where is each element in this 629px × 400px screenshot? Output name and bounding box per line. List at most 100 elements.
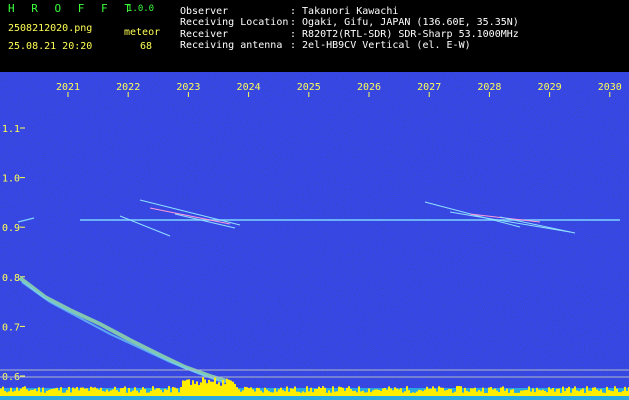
level-bar-segment — [240, 391, 242, 396]
level-bar-segment — [242, 390, 244, 396]
level-bar-segment — [172, 387, 174, 396]
level-bar-segment — [572, 388, 574, 396]
level-bar-segment — [584, 392, 586, 396]
level-bar-segment — [176, 388, 178, 396]
level-bar-segment — [384, 387, 386, 396]
level-bar-segment — [130, 391, 132, 396]
level-bar-segment — [132, 390, 134, 396]
level-bar-segment — [362, 390, 364, 396]
y-tick-label: 1.1 — [2, 124, 20, 135]
level-bar-segment — [208, 379, 210, 396]
level-bar-segment — [70, 392, 72, 396]
level-bar-segment — [276, 391, 278, 396]
level-bar-segment — [16, 387, 18, 396]
level-bar-segment — [550, 389, 552, 396]
level-bar-segment — [88, 390, 90, 396]
level-bar-segment — [286, 386, 288, 396]
level-bar-segment — [282, 390, 284, 396]
level-bar-segment — [520, 390, 522, 396]
level-bar-segment — [98, 389, 100, 396]
level-bar-segment — [430, 388, 432, 396]
level-bar-segment — [546, 392, 548, 396]
level-bar-segment — [580, 389, 582, 396]
level-bar-segment — [574, 386, 576, 396]
level-bar-segment — [284, 391, 286, 396]
level-bar-segment — [270, 392, 272, 396]
level-bar-segment — [32, 389, 34, 396]
level-bar-segment — [80, 387, 82, 396]
level-bar-segment — [422, 391, 424, 396]
level-bar-segment — [194, 383, 196, 396]
spectrogram-canvas: 2021 2022 2023 2024 2025 2026 2027 2028 2029 2030… — [0, 72, 629, 400]
level-bar-segment — [526, 390, 528, 396]
level-bar-segment — [468, 391, 470, 396]
level-bar-segment — [202, 377, 204, 396]
level-bar-segment — [518, 392, 520, 396]
level-bar-segment — [170, 392, 172, 396]
level-bar-segment — [308, 391, 310, 396]
level-bar-segment — [20, 388, 22, 396]
level-bar-segment — [582, 388, 584, 396]
observer-label: Observer — [180, 6, 229, 17]
level-bar-segment — [542, 389, 544, 396]
spectrogram-plot: 2021 2022 2023 2024 2025 2026 2027 2028 2029 2030… — [0, 72, 629, 400]
level-bar-segment — [56, 387, 58, 396]
level-bar-segment — [140, 389, 142, 396]
level-bar-segment — [46, 390, 48, 396]
level-bar-segment — [212, 381, 214, 396]
level-bar-segment — [44, 392, 46, 396]
location-value: : Ogaki, Gifu, JAPAN (136.60E, 35.35N) — [290, 17, 519, 28]
level-bar-segment — [494, 388, 496, 396]
level-bar-segment — [118, 391, 120, 396]
level-bar-segment — [504, 390, 506, 396]
level-bar-segment — [610, 390, 612, 396]
level-bar-segment — [358, 386, 360, 396]
level-bar-segment — [568, 386, 570, 396]
level-bar-segment — [448, 388, 450, 396]
y-tick-label: 0.8 — [2, 273, 20, 284]
level-bar-segment — [6, 392, 8, 396]
level-bar-segment — [124, 386, 126, 396]
x-tick-label: 2024 — [237, 82, 261, 93]
level-bar-segment — [178, 392, 180, 396]
level-bar-segment — [368, 388, 370, 396]
level-bar-segment — [612, 391, 614, 396]
level-bar-segment — [564, 391, 566, 396]
level-bar-segment — [622, 390, 624, 396]
level-bar-segment — [596, 389, 598, 396]
level-bar-segment — [292, 388, 294, 396]
level-bar-segment — [604, 392, 606, 396]
level-bar-segment — [512, 389, 514, 396]
level-bar-segment — [50, 389, 52, 396]
level-bar-segment — [314, 388, 316, 396]
x-tick-label: 2029 — [538, 82, 562, 93]
level-bar-segment — [260, 390, 262, 396]
level-bar-segment — [484, 392, 486, 396]
level-bar-segment — [310, 387, 312, 396]
level-bar-segment — [18, 390, 20, 396]
level-bar-segment — [398, 389, 400, 396]
level-bar-segment — [562, 386, 564, 396]
level-bar-segment — [482, 387, 484, 396]
level-bar-segment — [48, 389, 50, 396]
level-bar-segment — [60, 387, 62, 396]
level-bar-segment — [192, 380, 194, 396]
level-bar-segment — [266, 389, 268, 396]
level-bar-segment — [90, 386, 92, 396]
level-bar-segment — [334, 391, 336, 396]
level-bar-segment — [252, 389, 254, 396]
level-bar-segment — [152, 386, 154, 396]
level-bar-segment — [340, 387, 342, 396]
level-bar-segment — [264, 387, 266, 396]
level-bar-segment — [204, 379, 206, 396]
level-bar-segment — [158, 388, 160, 396]
level-bar-segment — [440, 387, 442, 396]
level-bar-segment — [394, 387, 396, 396]
level-bar-segment — [434, 388, 436, 396]
level-bar-segment — [102, 391, 104, 396]
level-bar-segment — [458, 386, 460, 396]
level-bar-segment — [616, 388, 618, 396]
level-bar-segment — [508, 392, 510, 396]
level-bar-segment — [244, 386, 246, 396]
level-bar-segment — [380, 390, 382, 396]
